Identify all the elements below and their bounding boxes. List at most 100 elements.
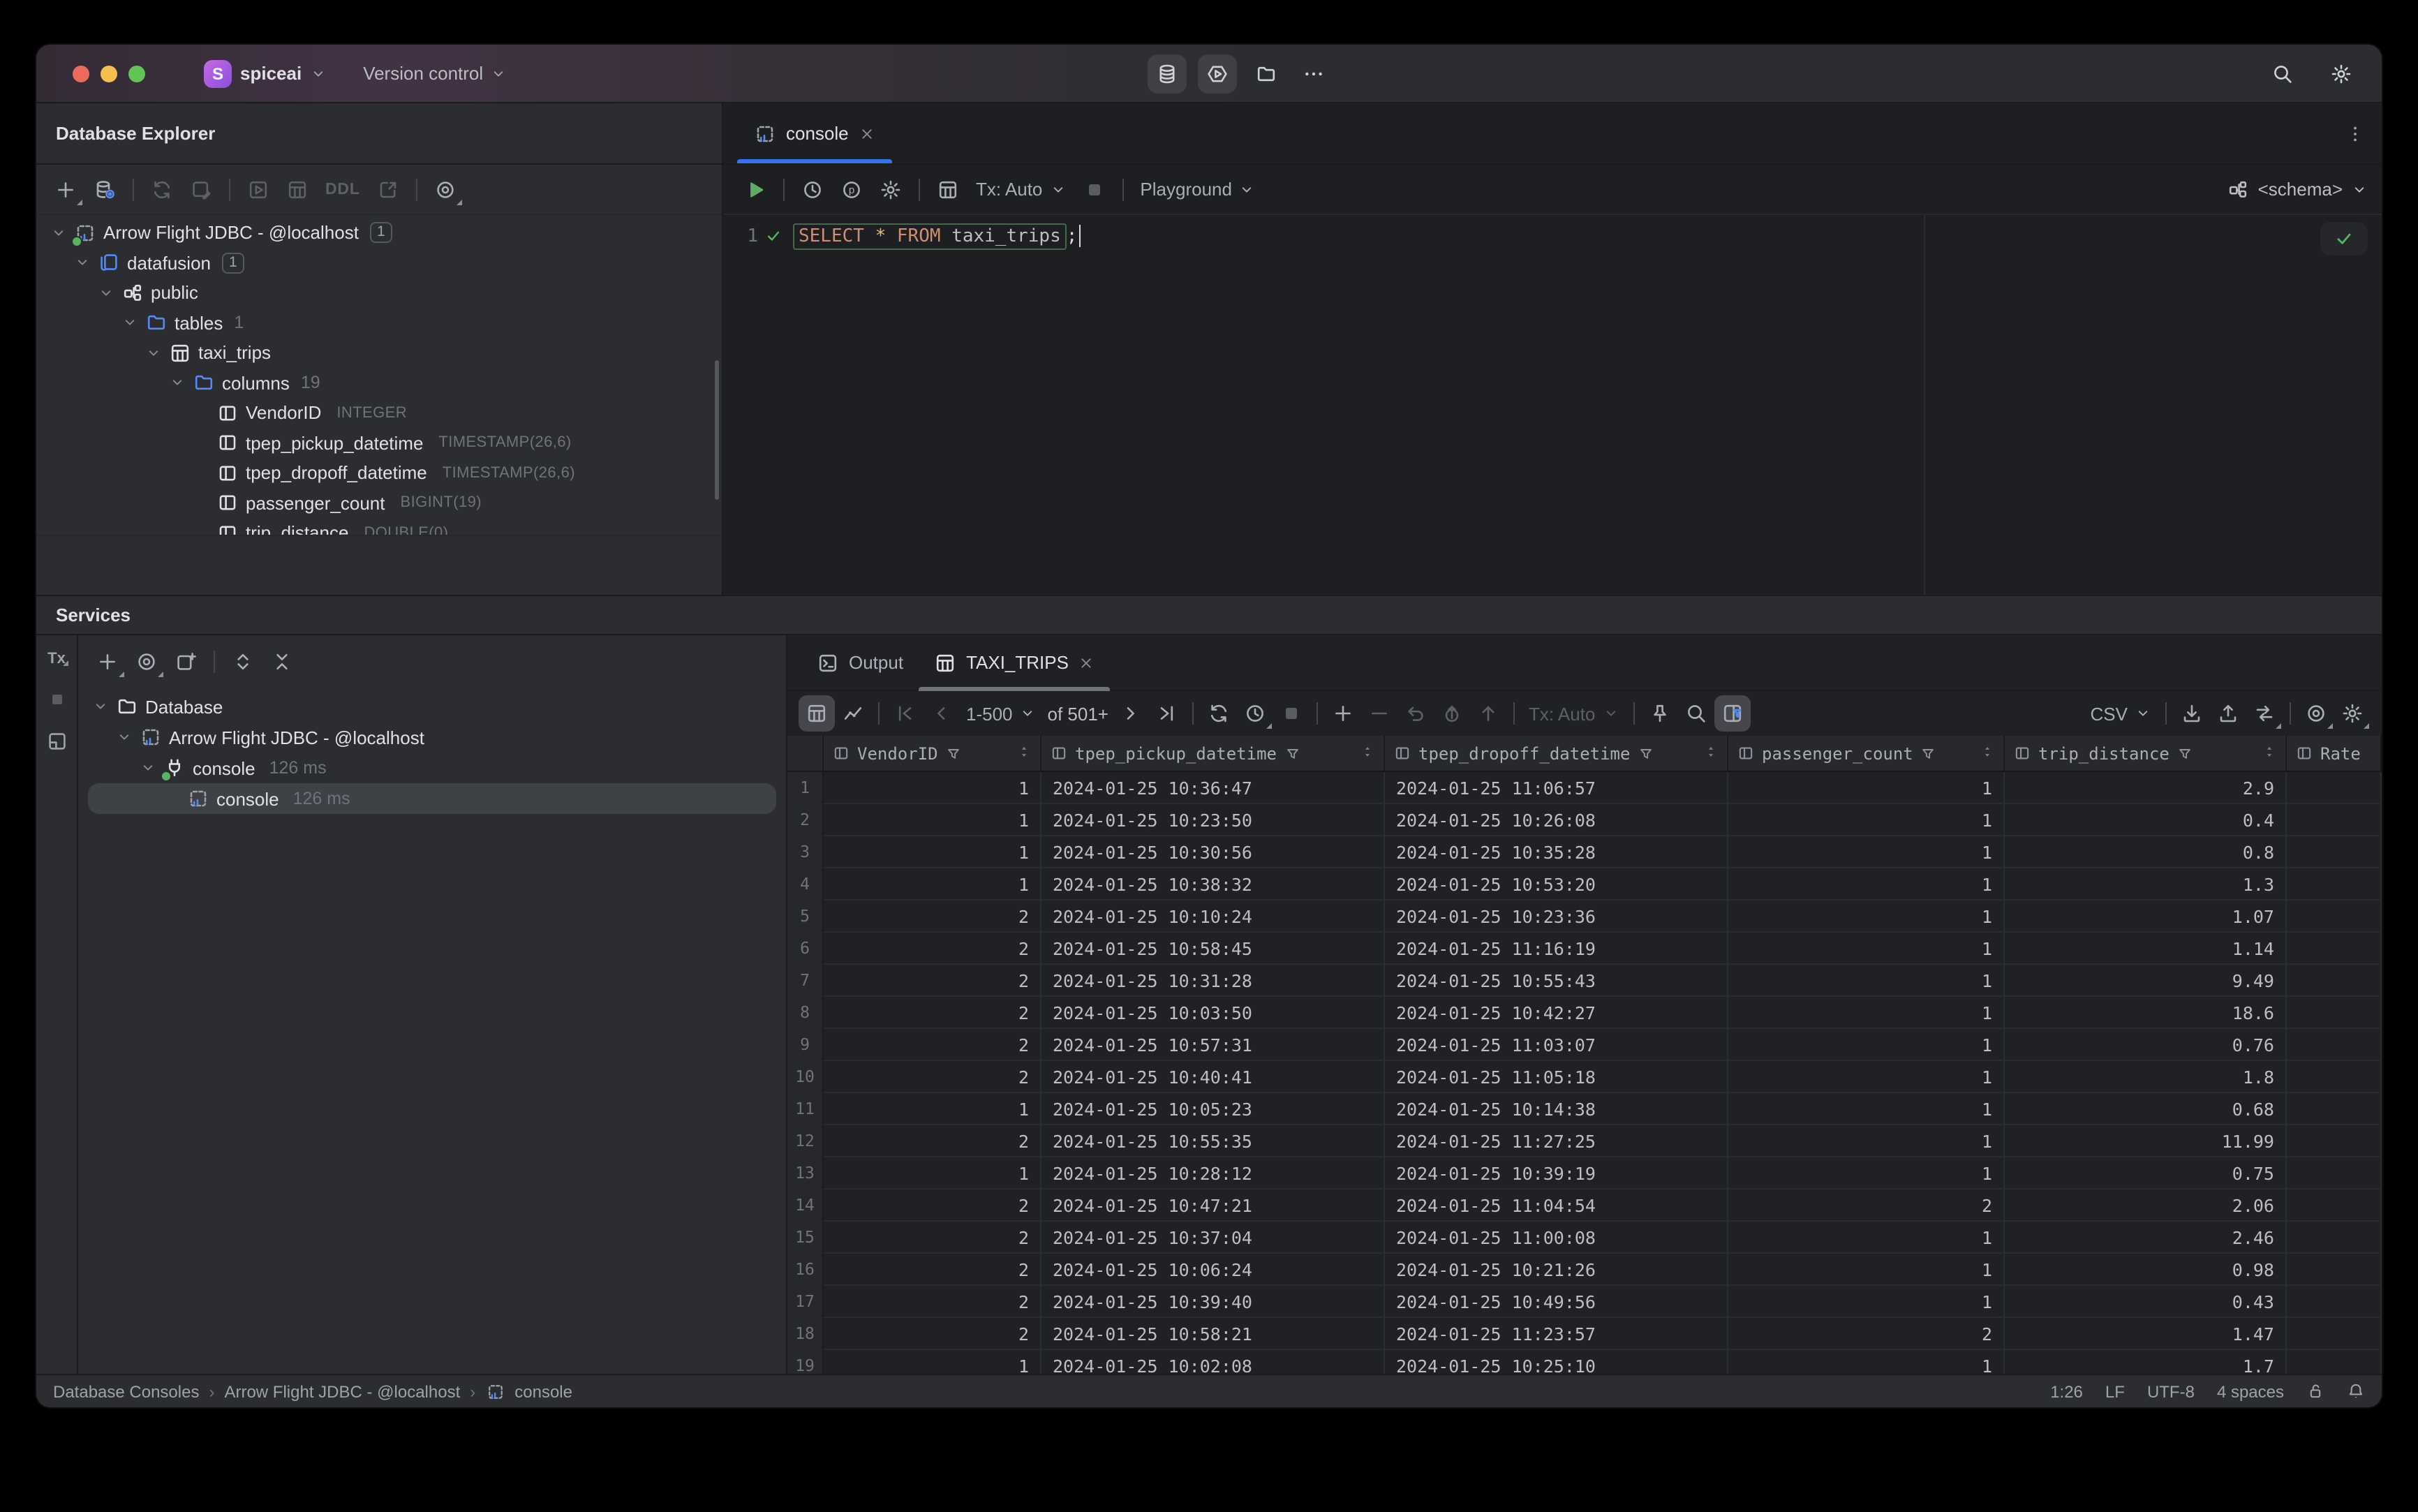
table-cell[interactable]: 0.75 [2005,1157,2287,1189]
breadcrumb-item[interactable]: console [514,1381,572,1401]
table-cell[interactable]: 1 [1728,1125,2005,1157]
indent-style[interactable]: 4 spaces [2217,1381,2284,1401]
table-cell[interactable] [2287,1222,2382,1254]
table-cell[interactable]: 2024-01-25 10:21:26 [1385,1254,1728,1286]
table-cell[interactable]: 2024-01-25 10:47:21 [1041,1189,1385,1222]
table-cell[interactable]: 2024-01-25 10:39:19 [1385,1157,1728,1189]
import-button[interactable] [2174,695,2210,732]
row-number-cell[interactable]: 4 [787,868,824,900]
column-header-passenger_count[interactable]: passenger_count [1728,736,2005,771]
table-cell[interactable]: 2024-01-25 11:03:07 [1385,1029,1728,1061]
editor-body[interactable]: 1 SELECT * FROM taxi_trips; [723,215,2382,595]
row-number-cell[interactable]: 14 [787,1189,824,1222]
table-cell[interactable] [2287,1125,2382,1157]
sort-icon[interactable] [1703,743,1719,763]
tab-options-kebab-icon[interactable] [2345,124,2365,143]
table-cell[interactable]: 1 [1728,1029,2005,1061]
table-cell[interactable]: 2024-01-25 10:23:50 [1041,804,1385,836]
playground-dropdown[interactable]: Playground [1133,171,1263,207]
project-selector[interactable]: S spiceai [204,59,327,87]
table-cell[interactable]: 2024-01-25 10:28:12 [1041,1157,1385,1189]
project-tool-button[interactable] [1248,55,1284,91]
tree-item-vendorid[interactable]: VendorID INTEGER [36,398,722,428]
view-options-button[interactable] [427,171,463,207]
page-range-dropdown[interactable]: 1-500 [959,695,1044,732]
table-cell[interactable] [2287,1350,2382,1374]
row-number-cell[interactable]: 12 [787,1125,824,1157]
expand-all-button[interactable] [225,644,261,680]
table-cell[interactable]: 18.6 [2005,997,2287,1029]
table-cell[interactable]: 2024-01-25 10:55:35 [1041,1125,1385,1157]
previous-page-button[interactable] [923,695,959,732]
data-source-properties-button[interactable] [87,171,123,207]
table-cell[interactable]: 2 [824,1318,1041,1350]
open-in-new-tab-button[interactable] [168,644,204,680]
table-cell[interactable]: 1 [1728,804,2005,836]
table-cell[interactable]: 0.43 [2005,1286,2287,1318]
table-cell[interactable]: 1.8 [2005,1061,2287,1093]
table-cell[interactable]: 2 [824,1222,1041,1254]
grid-view-button[interactable] [799,695,835,732]
table-cell[interactable] [2287,1189,2382,1222]
view-options-button[interactable] [128,644,165,680]
sort-icon[interactable] [1016,743,1032,763]
table-cell[interactable] [2287,1286,2382,1318]
table-cell[interactable]: 2024-01-25 10:35:28 [1385,836,1728,868]
sort-icon[interactable] [2262,743,2277,763]
table-cell[interactable]: 2024-01-25 10:25:10 [1385,1350,1728,1374]
database-tool-button[interactable] [1148,54,1187,93]
pin-tab-button[interactable] [1641,695,1677,732]
submit-button[interactable] [1470,695,1506,732]
table-cell[interactable]: 2024-01-25 10:26:08 [1385,804,1728,836]
table-cell[interactable]: 2024-01-25 11:00:08 [1385,1222,1728,1254]
table-cell[interactable]: 2024-01-25 11:04:54 [1385,1189,1728,1222]
new-data-source-button[interactable] [47,171,84,207]
table-cell[interactable]: 2024-01-25 10:40:41 [1041,1061,1385,1093]
row-number-cell[interactable]: 11 [787,1093,824,1125]
stop-button[interactable] [1076,171,1112,207]
table-cell[interactable]: 1 [1728,1093,2005,1125]
table-cell[interactable]: 2.9 [2005,772,2287,804]
table-cell[interactable] [2287,804,2382,836]
row-number-cell[interactable]: 10 [787,1061,824,1093]
find-button[interactable] [1677,695,1714,732]
table-cell[interactable]: 1.14 [2005,933,2287,965]
table-cell[interactable]: 1 [1728,997,2005,1029]
chart-view-button[interactable] [835,695,871,732]
sort-icon[interactable] [1360,743,1375,763]
table-cell[interactable]: 2024-01-25 10:03:50 [1041,997,1385,1029]
inspections-widget[interactable] [2320,222,2368,255]
table-cell[interactable]: 1 [1728,1222,2005,1254]
line-separator[interactable]: LF [2105,1381,2125,1401]
table-cell[interactable]: 1 [1728,836,2005,868]
table-cell[interactable]: 1 [824,1350,1041,1374]
tx-mode-dropdown[interactable]: Tx: Auto [969,171,1073,207]
history-button[interactable] [794,171,831,207]
row-number-cell[interactable]: 8 [787,997,824,1029]
integrate-button[interactable] [2246,695,2283,732]
minimize-window-button[interactable] [101,65,117,82]
jump-to-console-button[interactable] [183,171,219,207]
open-data-button[interactable] [240,171,276,207]
lock-open-icon[interactable] [2306,1382,2324,1400]
table-cell[interactable]: 2024-01-25 10:14:38 [1385,1093,1728,1125]
tree-item-console[interactable]: console 126 ms [88,783,776,814]
console-settings-button[interactable] [873,171,909,207]
tree-item-tpep-dropoff-datetime[interactable]: tpep_dropoff_datetime TIMESTAMP(26,6) [36,458,722,488]
table-cell[interactable]: 1 [824,772,1041,804]
table-cell[interactable]: 1 [1728,900,2005,933]
run-button[interactable] [737,171,773,207]
notifications-bell-icon[interactable] [2347,1382,2365,1400]
tree-item-arrow-flight-jdbc-localhost[interactable]: Arrow Flight JDBC - @localhost [78,722,786,753]
search-everywhere-button[interactable] [2264,55,2301,91]
table-cell[interactable] [2287,1318,2382,1350]
tree-item-tpep-pickup-datetime[interactable]: tpep_pickup_datetime TIMESTAMP(26,6) [36,428,722,458]
tree-item-database[interactable]: Database [78,691,786,722]
table-cell[interactable] [2287,900,2382,933]
tree-item-columns[interactable]: columns 19 [36,368,722,398]
column-header-trip_distance[interactable]: trip_distance [2005,736,2287,771]
table-cell[interactable]: 2 [824,965,1041,997]
row-number-cell[interactable]: 1 [787,772,824,804]
table-cell[interactable]: 2024-01-25 10:30:56 [1041,836,1385,868]
execution-timer-button[interactable] [1237,695,1273,732]
